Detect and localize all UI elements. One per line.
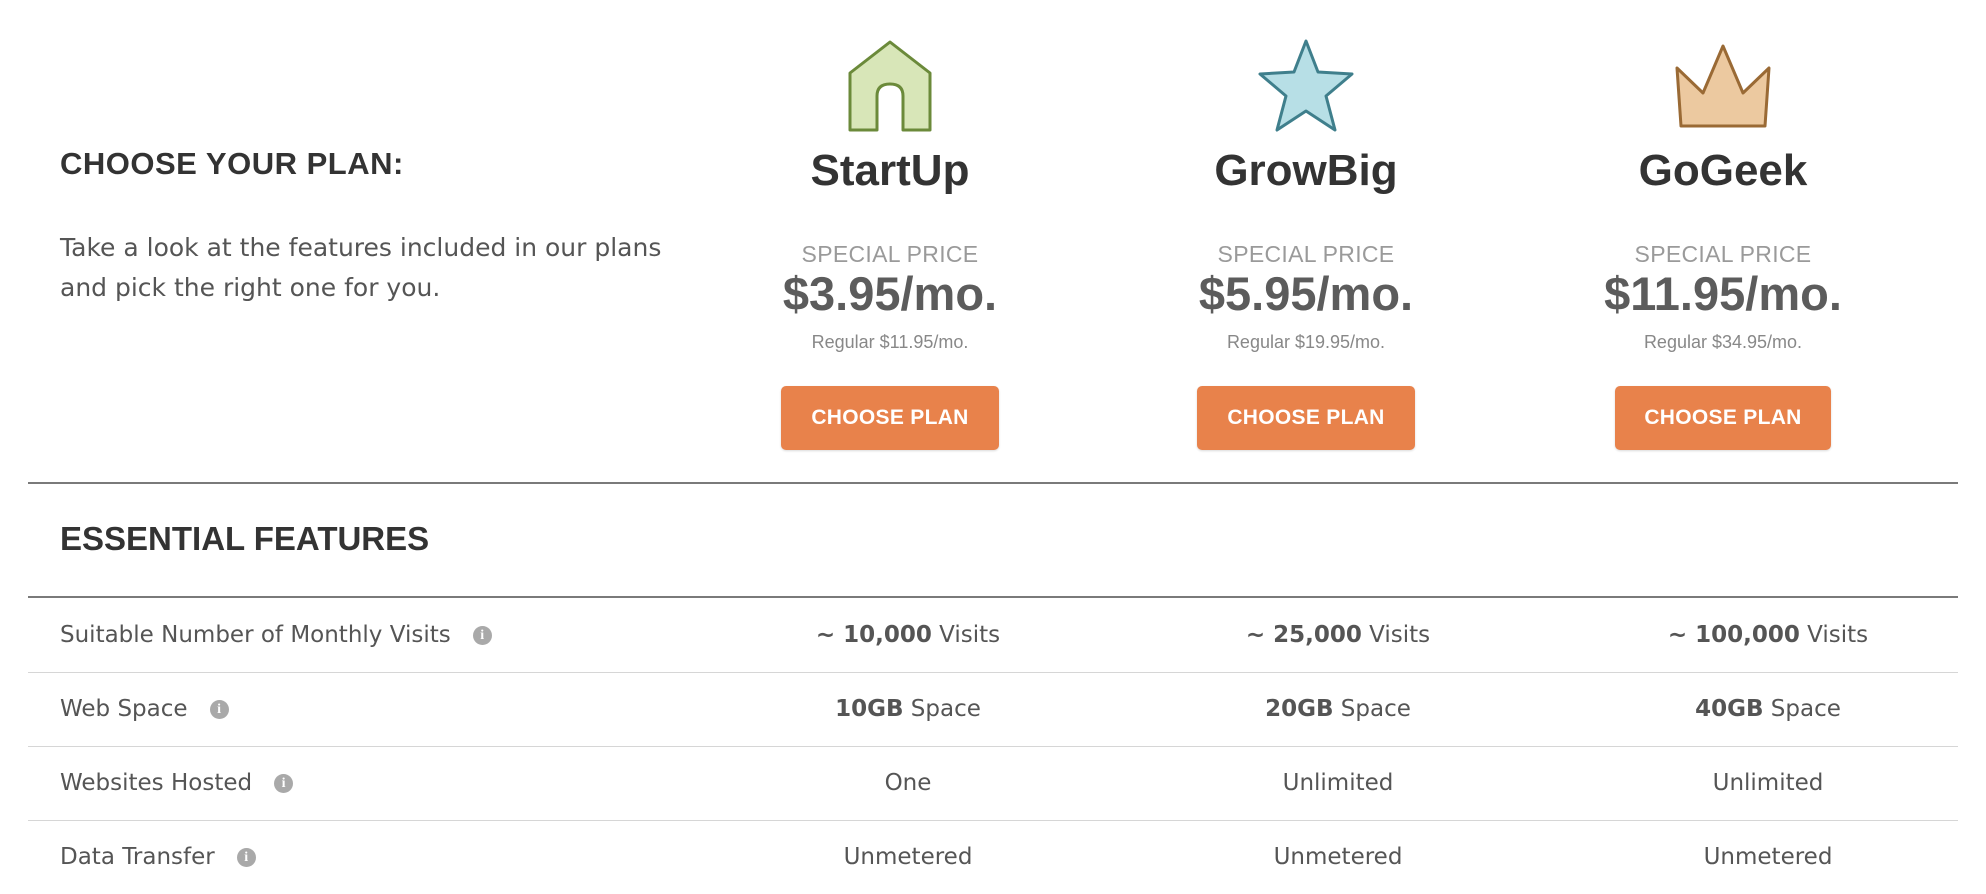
info-icon[interactable]: i (274, 774, 294, 793)
plan-price: $3.95/mo. (782, 267, 998, 320)
regular-price: Regular $19.95/mo. (1226, 332, 1386, 352)
choose-plan-button-gogeek[interactable]: CHOOSE PLAN (1615, 386, 1831, 450)
feature-row-websites-hosted: Websites Hosted i One Unlimited Unlimited (28, 746, 1958, 821)
feature-value-text: Space (1763, 696, 1841, 722)
house-icon (840, 38, 940, 134)
feature-value-bold: ~ 25,000 (1245, 622, 1362, 648)
page-title: CHOOSE YOUR PLAN: (60, 146, 404, 181)
feature-value-gogeek: 40GB Space (1608, 672, 1928, 746)
star-icon (1256, 38, 1356, 134)
feature-value-text: Space (1333, 696, 1411, 722)
regular-price: Regular $34.95/mo. (1643, 332, 1803, 352)
feature-row-web-space: Web Space i 10GB Space 20GB Space 40GB Sp… (28, 672, 1958, 747)
feature-value-growbig: Unmetered (1178, 820, 1498, 894)
info-icon[interactable]: i (209, 700, 229, 719)
plan-card-growbig: GrowBig SPECIAL PRICE $5.95/mo. Regular … (1146, 0, 1466, 470)
section-divider (28, 482, 1958, 484)
feature-value-startup: 10GB Space (748, 672, 1068, 746)
feature-value-text: Unlimited (1712, 770, 1824, 796)
feature-value-bold: ~ 10,000 (815, 622, 932, 648)
info-icon[interactable]: i (472, 626, 492, 645)
feature-row-data-transfer: Data Transfer i Unmetered Unmetered Unmet… (28, 820, 1958, 894)
feature-value-gogeek: ~ 100,000 Visits (1608, 598, 1928, 672)
feature-label: Web Space i (60, 672, 229, 746)
section-title-essential-features: ESSENTIAL FEATURES (60, 520, 430, 557)
plan-card-gogeek: GoGeek SPECIAL PRICE $11.95/mo. Regular … (1563, 0, 1883, 470)
feature-value-text: Unmetered (1703, 844, 1833, 870)
feature-label-text: Suitable Number of Monthly Visits (60, 622, 451, 648)
feature-value-startup: ~ 10,000 Visits (748, 598, 1068, 672)
feature-value-bold: 20GB (1265, 696, 1334, 722)
feature-label: Suitable Number of Monthly Visits i (60, 598, 492, 672)
feature-value-text: One (884, 770, 932, 796)
plan-name: StartUp (810, 146, 970, 195)
plan-price: $11.95/mo. (1604, 267, 1842, 320)
feature-label-text: Data Transfer (60, 844, 215, 870)
info-icon[interactable]: i (236, 848, 256, 867)
feature-value-text: Visits (1799, 622, 1869, 648)
feature-value-growbig: ~ 25,000 Visits (1178, 598, 1498, 672)
feature-value-growbig: Unlimited (1178, 746, 1498, 820)
feature-value-text: Unmetered (1273, 844, 1403, 870)
feature-value-startup: Unmetered (748, 820, 1068, 894)
special-price-label: SPECIAL PRICE (1634, 241, 1812, 267)
feature-label-text: Websites Hosted (60, 770, 253, 796)
feature-value-text: Unlimited (1282, 770, 1394, 796)
feature-value-bold: 40GB (1695, 696, 1764, 722)
feature-value-text: Visits (1361, 622, 1431, 648)
feature-value-text: Unmetered (843, 844, 973, 870)
crown-icon (1673, 38, 1773, 134)
feature-row-monthly-visits: Suitable Number of Monthly Visits i ~ 10,… (28, 598, 1958, 673)
feature-label: Data Transfer i (60, 820, 256, 894)
plan-name: GoGeek (1638, 146, 1808, 195)
feature-label-text: Web Space (60, 696, 188, 722)
feature-value-gogeek: Unlimited (1608, 746, 1928, 820)
feature-value-text: Visits (931, 622, 1001, 648)
choose-plan-button-growbig[interactable]: CHOOSE PLAN (1197, 386, 1415, 450)
special-price-label: SPECIAL PRICE (801, 241, 979, 267)
plan-card-startup: StartUp SPECIAL PRICE $3.95/mo. Regular … (730, 0, 1050, 470)
feature-value-gogeek: Unmetered (1608, 820, 1928, 894)
choose-plan-button-startup[interactable]: CHOOSE PLAN (781, 386, 999, 450)
feature-value-growbig: 20GB Space (1178, 672, 1498, 746)
plan-name: GrowBig (1214, 146, 1398, 195)
regular-price: Regular $11.95/mo. (811, 332, 969, 352)
special-price-label: SPECIAL PRICE (1217, 241, 1395, 267)
feature-value-bold: 10GB (835, 696, 904, 722)
feature-value-bold: ~ 100,000 (1667, 622, 1800, 648)
feature-value-text: Space (903, 696, 981, 722)
feature-label: Websites Hosted i (60, 746, 294, 820)
feature-value-startup: One (748, 746, 1068, 820)
intro-description: Take a look at the features included in … (60, 233, 662, 302)
plan-price: $5.95/mo. (1198, 267, 1414, 320)
